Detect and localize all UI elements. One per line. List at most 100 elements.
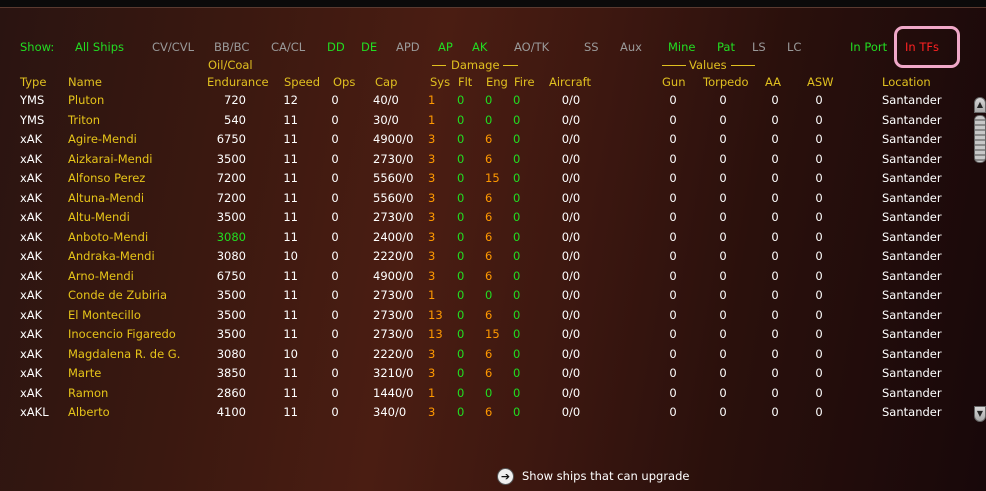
cell-name[interactable]: El Montecillo xyxy=(68,308,198,322)
cell-cap: 2730/0 xyxy=(373,151,414,166)
cell-location: Santander xyxy=(882,171,942,185)
cell-flt: 0 xyxy=(457,346,465,361)
filter-bb-bc[interactable]: BB/BC xyxy=(214,40,249,54)
cell-ops: 0 xyxy=(331,307,339,322)
table-row[interactable]: xAK Alfonso Perez 7200 11 0 5560/0 3 0 15 0 0/0 0 0 0… xyxy=(0,171,970,190)
filter-ao-tk[interactable]: AO/TK xyxy=(514,40,549,54)
cell-asw: 0 xyxy=(815,346,823,361)
cell-name[interactable]: Aizkarai-Mendi xyxy=(68,152,198,166)
col-gun[interactable]: Gun xyxy=(662,75,686,89)
cell-eng: 6 xyxy=(485,229,493,244)
cell-name[interactable]: Agire-Mendi xyxy=(68,132,198,146)
col-ops[interactable]: Ops xyxy=(333,75,355,89)
cell-name[interactable]: Altu-Mendi xyxy=(68,210,198,224)
table-row[interactable]: xAK Altu-Mendi 3500 11 0 2730/0 3 0 6 0 0/0 0 0 0 0 San… xyxy=(0,210,970,229)
cell-aircraft: 0/0 xyxy=(561,151,581,166)
filter-ak[interactable]: AK xyxy=(472,40,487,54)
filter-apd[interactable]: APD xyxy=(396,40,420,54)
col-aircraft[interactable]: Aircraft xyxy=(549,75,591,89)
col-asw[interactable]: ASW xyxy=(807,75,834,89)
filter-cv-cvl[interactable]: CV/CVL xyxy=(152,40,194,54)
col-location[interactable]: Location xyxy=(882,75,931,89)
values-line-right xyxy=(731,65,755,66)
cell-name[interactable]: Conde de Zubiria xyxy=(68,288,198,302)
cell-torpedo: 0 xyxy=(719,327,727,341)
filter-dd[interactable]: DD xyxy=(327,40,345,54)
filter-pat[interactable]: Pat xyxy=(717,40,735,54)
cell-name[interactable]: Altuna-Mendi xyxy=(68,191,198,205)
table-row[interactable]: xAK Magdalena R. de G. 3080 10 0 2220/0 3 0 6 0 0/… xyxy=(0,347,970,366)
filter-lc[interactable]: LC xyxy=(787,40,801,54)
col-endurance[interactable]: Endurance xyxy=(207,75,269,89)
table-row[interactable]: xAK Aizkarai-Mendi 3500 11 0 2730/0 3 0 6 0 0/0 0 0 0… xyxy=(0,152,970,171)
table-row[interactable]: xAK Anboto-Mendi 3080 11 0 2400/0 3 0 6 0 0/0 0 0 0 0 S… xyxy=(0,230,970,249)
scroll-down-button[interactable]: ▼ xyxy=(974,406,986,422)
filter-de[interactable]: DE xyxy=(361,40,377,54)
cell-name[interactable]: Magdalena R. de G. xyxy=(68,347,198,361)
col-aa[interactable]: AA xyxy=(765,75,781,89)
cell-name[interactable]: Inocencio Figaredo xyxy=(68,327,198,341)
table-row[interactable]: xAK Inocencio Figaredo 3500 11 0 2730/0 13 0 15 0… xyxy=(0,327,970,346)
table-row[interactable]: xAK Altuna-Mendi 7200 11 0 5560/0 3 0 6 0 0/0 0 0 0 0 S… xyxy=(0,191,970,210)
cell-cap: 2400/0 xyxy=(373,229,414,244)
filter-ca-cl[interactable]: CA/CL xyxy=(271,40,305,54)
table-row[interactable]: xAK Agire-Mendi 6750 11 0 4900/0 3 0 6 0 0/0 0 0 0 0 Sa… xyxy=(0,132,970,151)
col-name[interactable]: Name xyxy=(68,75,102,89)
col-cap[interactable]: Cap xyxy=(375,75,397,89)
filter-all-ships[interactable]: All Ships xyxy=(75,40,124,54)
cell-name[interactable]: Alfonso Perez xyxy=(68,171,198,185)
filter-ss[interactable]: SS xyxy=(584,40,599,54)
cell-name[interactable]: Arno-Mendi xyxy=(68,269,198,283)
scroll-up-button[interactable]: ▲ xyxy=(974,97,986,113)
cell-name[interactable]: Marte xyxy=(68,366,198,380)
col-eng[interactable]: Eng xyxy=(486,75,508,89)
col-type[interactable]: Type xyxy=(20,75,46,89)
table-row[interactable]: YMS Triton 540 11 0 30/0 1 0 0 0 0/0 0 0 0 0 Santander xyxy=(0,113,970,132)
cell-torpedo: 0 xyxy=(719,210,727,224)
table-row[interactable]: xAK Arno-Mendi 6750 11 0 4900/0 3 0 6 0 0/0 0 0 0 0 San… xyxy=(0,269,970,288)
cell-aa: 0 xyxy=(771,151,779,166)
table-row[interactable]: xAK Conde de Zubiria 3500 11 0 2730/0 1 0 0 0 0/0 0… xyxy=(0,288,970,307)
col-sys[interactable]: Sys xyxy=(430,75,450,89)
cell-gun: 0 xyxy=(669,190,677,205)
cell-sys: 3 xyxy=(428,171,436,185)
arrow-right-icon[interactable]: ➔ xyxy=(497,468,514,485)
table-row[interactable]: xAK El Montecillo 3500 11 0 2730/0 13 0 6 0 0/0 0 0 0… xyxy=(0,308,970,327)
cell-name[interactable]: Alberto xyxy=(68,405,198,419)
filter-ls[interactable]: LS xyxy=(752,40,766,54)
cell-name[interactable]: Ramon xyxy=(68,386,198,400)
cell-endurance: 3850 xyxy=(216,366,246,380)
cell-asw: 0 xyxy=(815,366,823,380)
filter-mine[interactable]: Mine xyxy=(668,40,695,54)
col-flt[interactable]: Flt xyxy=(458,75,472,89)
scroll-thumb[interactable] xyxy=(974,115,986,163)
table-row[interactable]: xAK Ramon 2860 11 0 1440/0 1 0 0 0 0/0 0 0 0 0 Santande… xyxy=(0,386,970,405)
filter-aux[interactable]: Aux xyxy=(620,40,642,54)
filter-in-tfs[interactable]: In TFs xyxy=(905,40,939,54)
upgrade-label[interactable]: Show ships that can upgrade xyxy=(522,469,689,483)
cell-flt: 0 xyxy=(457,327,465,341)
col-speed[interactable]: Speed xyxy=(284,75,320,89)
cell-name[interactable]: Triton xyxy=(68,113,198,127)
filter-in-port[interactable]: In Port xyxy=(850,40,887,54)
scrollbar[interactable]: ▲ ▼ xyxy=(974,97,986,422)
cell-asw: 0 xyxy=(815,151,823,166)
table-row[interactable]: YMS Pluton 720 12 0 40/0 1 0 0 0 0/0 0 0 0 0 Santander xyxy=(0,93,970,112)
cell-sys: 3 xyxy=(428,268,436,283)
cell-name[interactable]: Andraka-Mendi xyxy=(68,249,198,263)
cell-fire: 0 xyxy=(513,366,521,380)
cell-name[interactable]: Anboto-Mendi xyxy=(68,230,198,244)
cell-aircraft: 0/0 xyxy=(561,210,581,224)
cell-aa: 0 xyxy=(771,327,779,341)
table-row[interactable]: xAKL Alberto 4100 11 0 340/0 3 0 6 0 0/0 0 0 0 0 Santan… xyxy=(0,405,970,424)
col-fire[interactable]: Fire xyxy=(514,75,535,89)
cell-aircraft: 0/0 xyxy=(561,132,581,146)
table-row[interactable]: xAK Marte 3850 11 0 3210/0 3 0 6 0 0/0 0 0 0 0 Santande… xyxy=(0,366,970,385)
table-row[interactable]: xAK Andraka-Mendi 3080 10 0 2220/0 3 0 6 0 0/0 0 0 0 0… xyxy=(0,249,970,268)
filter-ap[interactable]: AP xyxy=(438,40,453,54)
cell-sys: 3 xyxy=(428,405,436,419)
cell-name[interactable]: Pluton xyxy=(68,93,198,107)
col-torpedo[interactable]: Torpedo xyxy=(703,75,749,89)
header-values-group: Values xyxy=(689,58,727,72)
cell-asw: 0 xyxy=(815,288,823,302)
